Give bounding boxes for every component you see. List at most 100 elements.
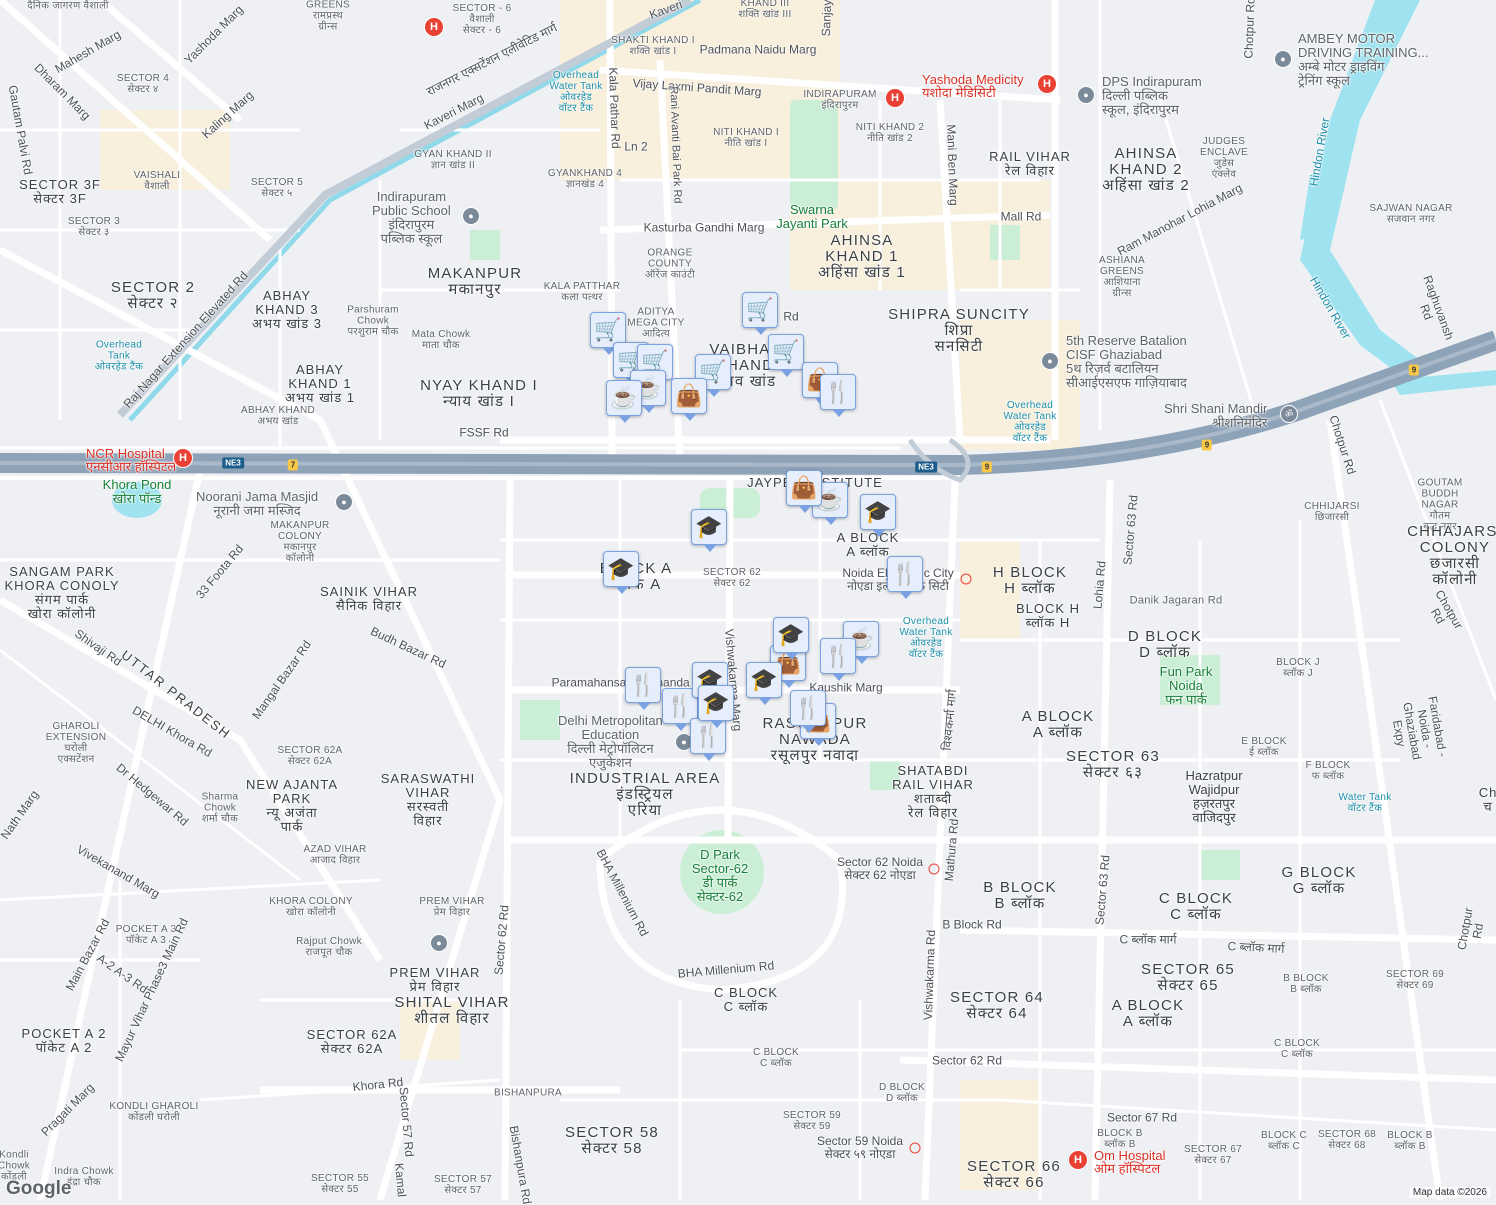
place-label: SECTOR 3F सेक्टर 3F: [19, 177, 101, 206]
place-label: ABHAY KHAND अभय खांड: [240, 405, 316, 427]
place-label: SECTOR 68 सेक्टर 68: [1317, 1129, 1377, 1151]
place-label: INDUSTRIAL AREA इंडस्ट्रियल एरिया: [569, 770, 721, 819]
water-label[interactable]: Khora Pond खोरा पॉन्ड: [103, 478, 172, 506]
temple-icon[interactable]: ॐ: [1280, 405, 1298, 423]
poi-label[interactable]: Shri Shani Mandir श्रीशनिमंदिर: [1164, 402, 1267, 430]
road-label: Padmana Naidu Marg: [699, 42, 817, 57]
place-label: H BLOCK H ब्लॉक: [992, 564, 1068, 597]
place-label: INDIRAPURAM इंदिरापुरम: [803, 89, 877, 111]
school-pin-icon[interactable]: ●: [462, 207, 480, 225]
shopping-bag-marker[interactable]: 👜: [786, 470, 822, 513]
school-pin-icon[interactable]: ●: [1077, 86, 1095, 104]
place-pin-icon[interactable]: ●: [1274, 50, 1292, 68]
place-label: ADITYA MEGA CITY आदित्य: [627, 306, 685, 340]
park-label[interactable]: Swarna Jayanti Park: [776, 203, 848, 231]
park-label[interactable]: Fun Park Noida फन पार्क: [1160, 665, 1213, 707]
place-label: A BLOCK A ब्लॉक: [836, 530, 900, 559]
school-marker[interactable]: 🎓: [860, 494, 896, 537]
road-label: Kala Pathar Rd: [606, 67, 623, 149]
place-label: CHHAJARSI COLONY छजारसी कॉलोनी: [1407, 523, 1496, 588]
hospital-icon[interactable]: H: [173, 448, 193, 468]
place-label: SECTOR 59 सेक्टर 59: [782, 1110, 842, 1132]
school-marker[interactable]: 🎓: [698, 685, 734, 728]
metro-station-icon[interactable]: [960, 573, 972, 585]
shopping-cart-marker[interactable]: 🛒: [768, 334, 804, 377]
poi-label[interactable]: DPS Indirapuram दिल्ली पब्लिक स्कूल, इंद…: [1102, 75, 1202, 117]
restaurant-marker[interactable]: 🍴: [820, 638, 856, 681]
place-label: C BLOCK C ब्लॉक: [752, 1047, 800, 1069]
place-label: KHORA COLONY खोरा कॉलोनी: [269, 896, 353, 918]
place-label: Parshuram Chowk परशुराम चौक: [347, 304, 399, 338]
map-attribution[interactable]: Map data ©2026: [1409, 1187, 1490, 1198]
hospital-icon[interactable]: H: [424, 17, 444, 37]
poi-label[interactable]: Indirapuram Public School इंदिरापुरम पब्…: [372, 190, 451, 246]
restaurant-marker[interactable]: 🍴: [820, 374, 856, 417]
shopping-bag-marker[interactable]: 👜: [671, 378, 707, 421]
school-marker[interactable]: 🎓: [773, 617, 809, 660]
poi-label[interactable]: NCR Hospital एनसीआर हॉस्पिटल: [86, 447, 176, 473]
mosque-icon[interactable]: ●: [335, 493, 353, 511]
poi-label[interactable]: Delhi Metropolitan Education दिल्ली मेट्…: [558, 714, 663, 770]
place-label: SECTOR 64 सेक्टर 64: [950, 989, 1044, 1022]
road-label: Sector 62 Rd: [931, 1053, 1003, 1068]
place-label: SECTOR 62A सेक्टर 62A: [306, 1027, 398, 1056]
place-label: Ch च: [1478, 785, 1496, 814]
place-label: SAINIK VIHAR सैनिक विहार: [320, 584, 418, 613]
place-label: RAIL VIHAR रेल विहार: [989, 149, 1071, 178]
place-pin-icon[interactable]: ●: [430, 934, 448, 952]
metro-station-icon[interactable]: [909, 1142, 921, 1154]
school-marker[interactable]: 🎓: [603, 551, 639, 594]
place-label: G BLOCK G ब्लॉक: [1281, 864, 1357, 897]
place-label: Hazratpur Wajidpur हज़रतपुर वाजिदपुर: [1185, 768, 1243, 825]
place-label: SECTOR 66 सेक्टर 66: [967, 1158, 1061, 1191]
restaurant-marker[interactable]: 🍴: [625, 667, 661, 710]
school-marker[interactable]: 🎓: [691, 509, 727, 552]
place-label: C BLOCK C ब्लॉक: [713, 985, 779, 1014]
poi-label[interactable]: Om Hospital ओम हॉस्पिटल: [1094, 1149, 1166, 1175]
restaurant-marker[interactable]: 🍴: [887, 556, 923, 599]
metro-station-icon[interactable]: [928, 863, 940, 875]
place-label: Overhead Water Tank ओवरहेड वॉटर टैंक: [1003, 400, 1057, 444]
place-label: Overhead Water Tank ओवरहेड वॉटर टैंक: [899, 616, 953, 660]
route-shield-ne3: NE3: [222, 457, 244, 469]
hospital-icon[interactable]: H: [1068, 1150, 1088, 1170]
poi-label[interactable]: Noorani Jama Masjid नूरानी जमा मस्जिद: [196, 490, 318, 518]
place-label: KONDLI GHAROLI कोंडली घरोली: [109, 1101, 199, 1123]
place-label: BLOCK H ब्लॉक H: [1015, 601, 1081, 630]
map-canvas[interactable]: [0, 0, 1496, 1200]
coffee-cup-marker[interactable]: ☕: [606, 380, 642, 423]
transit-label[interactable]: Sector 59 Noida सेक्टर ५९ नोएडा: [817, 1135, 903, 1161]
place-label: BLOCK B ब्लॉक B: [1387, 1130, 1433, 1152]
road-label: Mani Ben Marg: [944, 124, 961, 206]
place-label: D BLOCK D ब्लॉक: [878, 1082, 926, 1104]
place-label: SECTOR 63 सेक्टर ६३: [1066, 748, 1160, 781]
government-pin-icon[interactable]: ●: [1041, 352, 1059, 370]
place-label: SHATABDI RAIL VIHAR शताब्दी रेल विहार: [892, 763, 974, 820]
place-label: VAISHALI SECTOR - 6 वैशाली सेक्टर - 6: [452, 0, 512, 36]
hospital-icon[interactable]: H: [1037, 74, 1057, 94]
place-label: SECTOR 4 सेक्टर ४: [116, 73, 170, 95]
place-label: BLOCK C ब्लॉक C: [1260, 1130, 1308, 1152]
restaurant-marker[interactable]: 🍴: [790, 690, 826, 733]
place-label: ASHIANA GREENS आशियाना ग्रीन्स: [1098, 255, 1146, 299]
place-label: NITI KHAND 2 नीति खांड 2: [855, 122, 925, 144]
place-label: Mata Chowk माता चौक: [411, 329, 471, 351]
route-shield-7: 7: [287, 459, 299, 471]
park-label[interactable]: D Park Sector-62 डी पार्क सेक्टर-62: [692, 848, 748, 904]
place-label: Rajput Chowk राजपूत चौक: [296, 936, 362, 958]
place-label: PREM VIHAR प्रेम विहार: [389, 965, 481, 994]
school-marker[interactable]: 🎓: [746, 662, 782, 705]
place-label: GYANKHAND 4 ज्ञानखंड 4: [547, 168, 623, 190]
place-label: GYAN KHAND II ज्ञान खांड II: [414, 149, 492, 171]
place-label: SHIPRA SUNCITY शिप्रा सनसिटी: [888, 306, 1030, 355]
poi-label[interactable]: Yashoda Medicity यशोदा मेडिसिटी: [922, 73, 1024, 99]
place-label: B BLOCK B ब्लॉक: [1283, 973, 1329, 995]
poi-label[interactable]: AMBEY MOTOR DRIVING TRAINING... अम्बे मो…: [1298, 32, 1429, 88]
hospital-icon[interactable]: H: [885, 88, 905, 108]
place-label: Overhead Tank ओवरहेड टैंक: [94, 339, 144, 373]
poi-label[interactable]: 5th Reserve Batalion CISF Ghaziabad 5थ र…: [1066, 334, 1187, 390]
transit-label[interactable]: Sector 62 Noida सेक्टर 62 नोएडा: [837, 856, 923, 882]
place-label: SECTOR 2 सेक्टर २: [110, 279, 196, 312]
place-label: E BLOCK ई ब्लॉक: [1241, 736, 1287, 758]
shopping-cart-marker[interactable]: 🛒: [742, 292, 778, 335]
